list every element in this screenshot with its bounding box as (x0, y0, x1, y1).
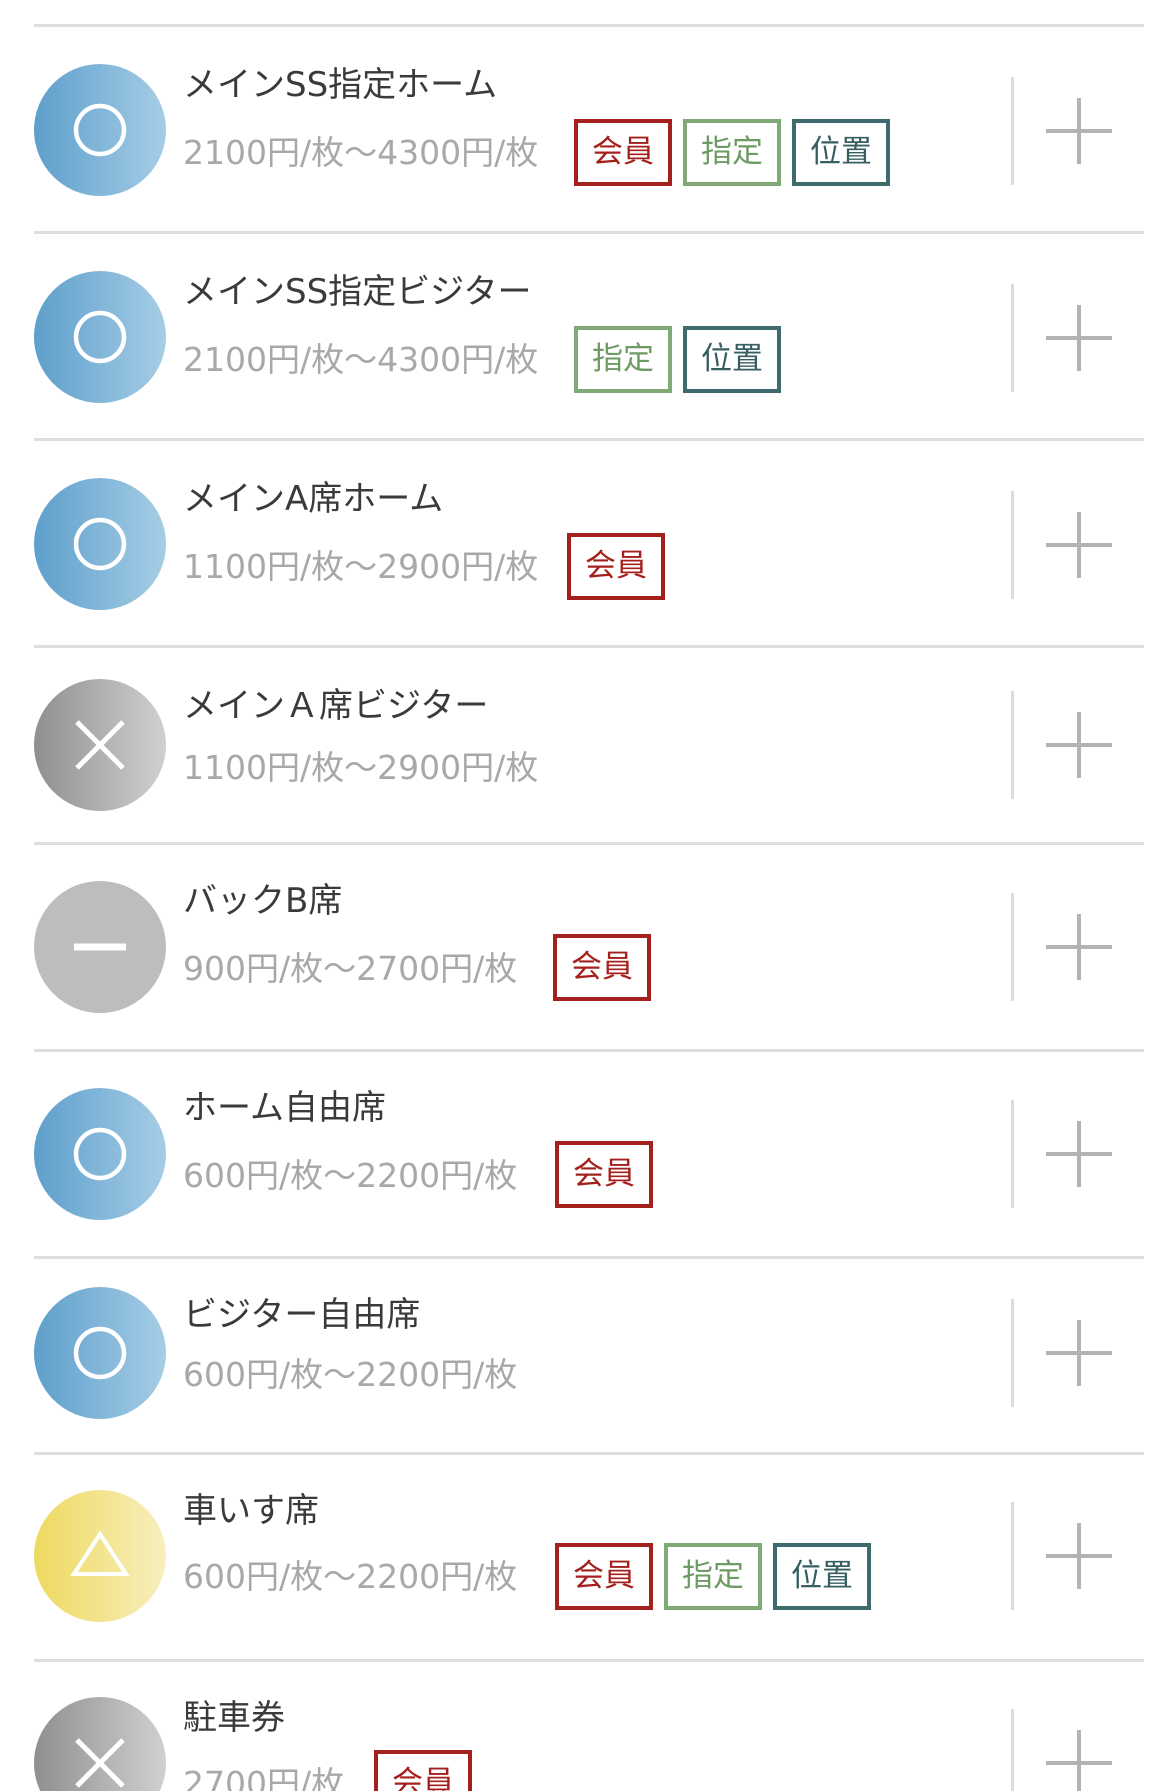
availability-circle-icon (34, 64, 166, 196)
seat-name: バックB席 (183, 881, 343, 921)
member-badge: 会員 (555, 1543, 653, 1610)
seat-row[interactable]: バックB席 900円/枚～2700円/枚 会員 (0, 845, 1158, 1051)
seat-name: メインA席ホーム (183, 479, 444, 519)
availability-dash-icon (34, 881, 166, 1013)
vertical-separator (1011, 1299, 1014, 1407)
plus-icon[interactable] (1046, 305, 1112, 371)
member-badge: 会員 (374, 1750, 472, 1791)
seat-price: 600円/枚～2200円/枚 (183, 1557, 518, 1596)
vertical-separator (1011, 1502, 1014, 1610)
seat-row[interactable]: メインＡ席ビジター 1100円/枚～2900円/枚 (0, 648, 1158, 854)
availability-triangle-icon (34, 1490, 166, 1622)
plus-icon[interactable] (1046, 98, 1112, 164)
availability-circle-icon (34, 1088, 166, 1220)
seat-price: 600円/枚～2200円/枚 (183, 1355, 518, 1394)
reserved-badge: 指定 (683, 119, 781, 186)
seat-row[interactable]: メインA席ホーム 1100円/枚～2900円/枚 会員 (0, 441, 1158, 647)
availability-circle-icon (34, 1287, 166, 1419)
position-badge: 位置 (792, 119, 890, 186)
plus-icon[interactable] (1046, 512, 1112, 578)
seat-name: ビジター自由席 (183, 1295, 421, 1335)
seat-name: メインＡ席ビジター (183, 686, 489, 726)
reserved-badge: 指定 (664, 1543, 762, 1610)
badge-group: 会員 (567, 533, 665, 600)
plus-icon[interactable] (1046, 1121, 1112, 1187)
badge-group: 会員 (553, 934, 651, 1001)
reserved-badge: 指定 (574, 326, 672, 393)
plus-icon[interactable] (1046, 1523, 1112, 1589)
member-badge: 会員 (574, 119, 672, 186)
seat-name: 駐車券 (183, 1698, 285, 1738)
vertical-separator (1011, 77, 1014, 185)
seat-name: メインSS指定ビジター (183, 272, 532, 312)
badge-group: 会員 (555, 1141, 653, 1208)
vertical-separator (1011, 284, 1014, 392)
vertical-separator (1011, 691, 1014, 799)
seat-row[interactable]: ビジター自由席 600円/枚～2200円/枚 (0, 1259, 1158, 1465)
plus-icon[interactable] (1046, 914, 1112, 980)
position-badge: 位置 (773, 1543, 871, 1610)
vertical-separator (1011, 1100, 1014, 1208)
availability-circle-icon (34, 271, 166, 403)
seat-row[interactable]: 駐車券 2700円/枚 会員 (0, 1662, 1158, 1791)
availability-cross-icon (34, 679, 166, 811)
seat-price: 1100円/枚～2900円/枚 (183, 748, 539, 787)
availability-circle-icon (34, 478, 166, 610)
badge-group: 会員 (374, 1750, 472, 1791)
seat-row[interactable]: メインSS指定ビジター 2100円/枚～4300円/枚 指定 位置 (0, 234, 1158, 440)
vertical-separator (1011, 491, 1014, 599)
seat-row[interactable]: ホーム自由席 600円/枚～2200円/枚 会員 (0, 1052, 1158, 1258)
member-badge: 会員 (567, 533, 665, 600)
seat-price: 2100円/枚～4300円/枚 (183, 133, 539, 172)
availability-cross-icon (34, 1697, 166, 1791)
seat-name: メインSS指定ホーム (183, 65, 498, 105)
vertical-separator (1011, 1709, 1014, 1791)
plus-icon[interactable] (1046, 1730, 1112, 1791)
badge-group: 会員 指定 位置 (555, 1543, 871, 1610)
plus-icon[interactable] (1046, 1320, 1112, 1386)
seat-row[interactable]: 車いす席 600円/枚～2200円/枚 会員 指定 位置 (0, 1455, 1158, 1661)
seat-price: 900円/枚～2700円/枚 (183, 949, 518, 988)
seat-price: 2100円/枚～4300円/枚 (183, 340, 539, 379)
member-badge: 会員 (555, 1141, 653, 1208)
seat-price: 2700円/枚 (183, 1764, 345, 1791)
seat-price: 1100円/枚～2900円/枚 (183, 547, 539, 586)
position-badge: 位置 (683, 326, 781, 393)
seat-name: 車いす席 (183, 1491, 319, 1531)
seat-price: 600円/枚～2200円/枚 (183, 1156, 518, 1195)
badge-group: 会員 指定 位置 (574, 119, 890, 186)
vertical-separator (1011, 893, 1014, 1001)
badge-group: 指定 位置 (574, 326, 781, 393)
seat-row[interactable]: メインSS指定ホーム 2100円/枚～4300円/枚 会員 指定 位置 (0, 27, 1158, 233)
plus-icon[interactable] (1046, 712, 1112, 778)
seat-name: ホーム自由席 (183, 1088, 386, 1128)
member-badge: 会員 (553, 934, 651, 1001)
